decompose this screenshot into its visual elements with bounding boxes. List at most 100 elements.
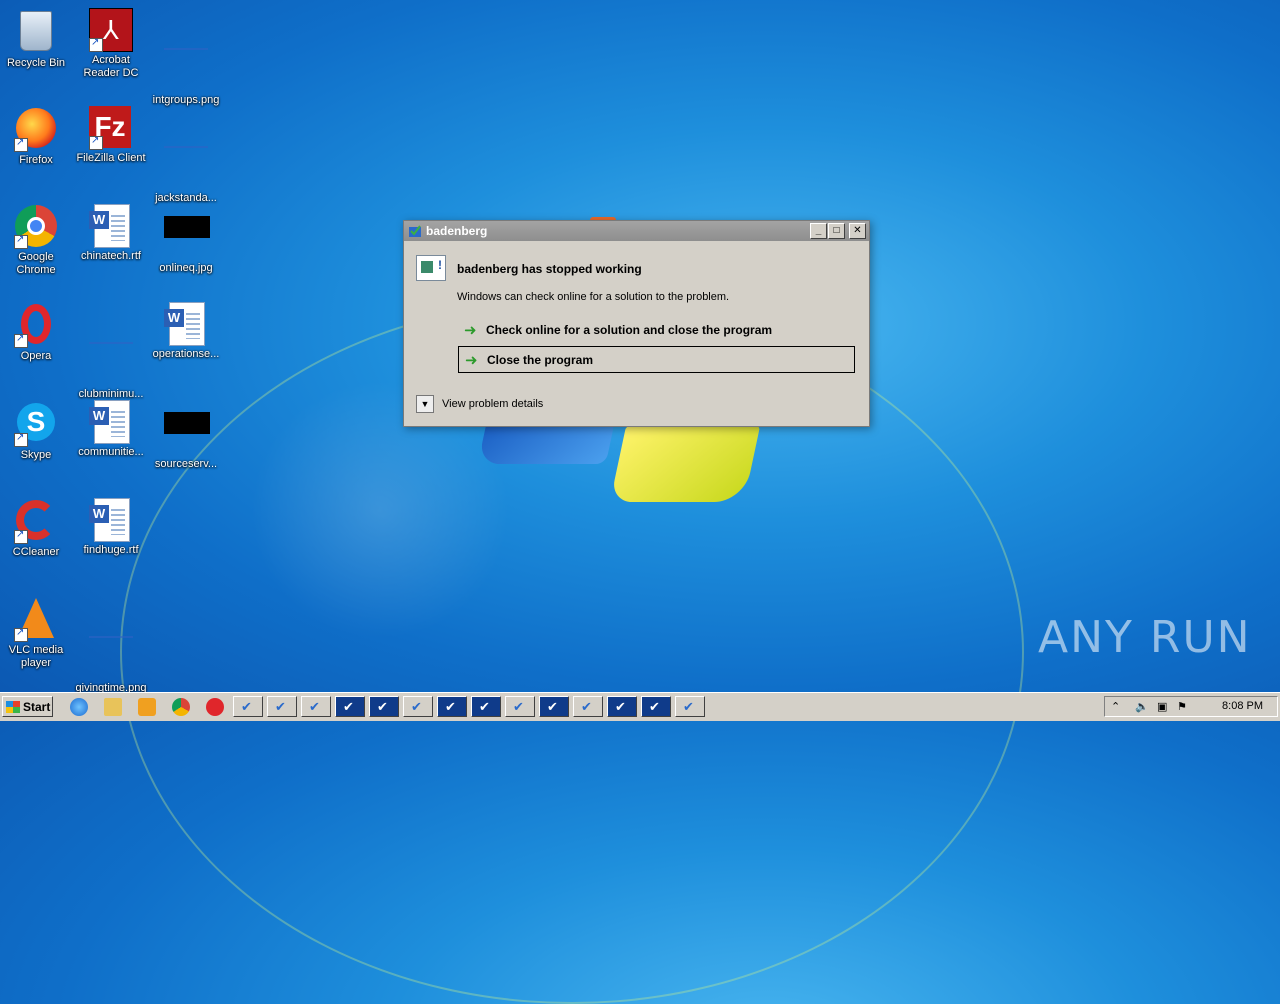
desktop-icon-operationse[interactable]: W operationse... — [150, 302, 222, 361]
firefox-icon — [14, 108, 58, 152]
clock[interactable]: 8:08 PM — [1222, 700, 1263, 712]
app-window-icon: ✔ — [377, 699, 388, 714]
taskbar-window-button[interactable]: ✔ — [369, 696, 399, 717]
ccleaner-icon — [14, 500, 58, 544]
system-tray: ⌃ 🔈 ▣ ⚑ 8:08 PM — [1104, 696, 1278, 717]
minimize-button[interactable]: _ — [810, 223, 827, 239]
taskbar-window-button[interactable]: ✔ — [233, 696, 263, 717]
dialog-heading: badenberg has stopped working — [457, 262, 642, 276]
green-arrow-icon: ➜ — [464, 322, 477, 339]
dialog-title: badenberg — [426, 224, 488, 238]
start-button[interactable]: Start — [2, 696, 53, 717]
dialog-message: Windows can check online for a solution … — [457, 291, 730, 303]
word-document-icon: W — [89, 204, 133, 248]
desktop-icon-label: communitie... — [78, 446, 144, 458]
taskbar-window-button[interactable]: ✔ — [335, 696, 365, 717]
recycle-bin-icon — [14, 11, 58, 55]
network-icon[interactable]: ▣ — [1157, 700, 1167, 713]
desktop-icon-onlineq[interactable]: onlineq.jpg — [150, 204, 222, 275]
chevron-down-icon[interactable]: ▼ — [416, 395, 434, 413]
desktop-icon-recycle-bin[interactable]: Recycle Bin — [0, 8, 72, 70]
app-window-icon: ✔ — [649, 699, 660, 714]
taskbar-window-button[interactable]: ✔ — [505, 696, 535, 717]
dialog-titlebar[interactable]: badenberg _ □ ✕ — [404, 221, 869, 241]
shortcut-arrow-icon — [14, 332, 28, 348]
shortcut-arrow-icon — [14, 431, 28, 447]
option-label: Close the program — [487, 353, 594, 367]
maximize-button[interactable]: □ — [828, 223, 845, 239]
desktop-icon-label: operationse... — [152, 348, 220, 360]
app-window-icon: ✔ — [615, 699, 626, 714]
opera-icon — [14, 304, 58, 348]
desktop-icon-firefox[interactable]: Firefox — [0, 106, 72, 167]
app-window-icon: ✔ — [581, 699, 592, 714]
taskbar-window-button[interactable]: ✔ — [437, 696, 467, 717]
show-hidden-icons-icon[interactable]: ⌃ — [1111, 700, 1120, 713]
chrome-icon[interactable] — [172, 698, 190, 716]
desktop-icon-ccleaner[interactable]: CCleaner — [0, 498, 72, 559]
jpg-file-icon — [164, 216, 210, 260]
anyrun-watermark: ANY RUN — [1038, 612, 1252, 663]
shortcut-arrow-icon — [89, 134, 103, 150]
taskbar-window-button[interactable]: ✔ — [675, 696, 705, 717]
app-window-icon: ✔ — [309, 699, 320, 714]
acrobat-icon: ⅄ — [89, 8, 133, 52]
desktop-icon-chrome[interactable]: Google Chrome — [0, 204, 72, 277]
desktop-icon-label: Google Chrome — [16, 251, 56, 276]
desktop-icon-skype[interactable]: S Skype — [0, 400, 72, 462]
word-document-icon: W — [89, 400, 133, 444]
desktop-icon-chinatech[interactable]: W chinatech.rtf — [75, 204, 147, 263]
media-player-icon[interactable] — [138, 698, 156, 716]
taskbar-window-button[interactable]: ✔ — [403, 696, 433, 717]
filezilla-icon: Fz — [89, 106, 133, 150]
close-program-option[interactable]: ➜ Close the program — [458, 346, 855, 373]
volume-icon[interactable]: 🔈 — [1135, 700, 1149, 713]
ie-icon[interactable] — [70, 698, 88, 716]
shortcut-arrow-icon — [14, 626, 28, 642]
close-button[interactable]: ✕ — [849, 223, 866, 239]
desktop-icon-findhuge[interactable]: W findhuge.rtf — [75, 498, 147, 557]
taskbar-window-button[interactable]: ✔ — [267, 696, 297, 717]
desktop-icon-communitie[interactable]: W communitie... — [75, 400, 147, 459]
desktop-icon-acrobat[interactable]: ⅄ Acrobat Reader DC — [75, 8, 147, 80]
app-window-icon: ✔ — [547, 699, 558, 714]
file-icon — [89, 342, 133, 386]
taskbar-window-button[interactable]: ✔ — [573, 696, 603, 717]
desktop-icon-label: findhuge.rtf — [83, 544, 139, 556]
desktop-icon-jackstanda[interactable]: jackstanda... — [150, 106, 222, 205]
desktop-icon-filezilla[interactable]: Fz FileZilla Client — [75, 106, 147, 165]
app-icon — [408, 224, 422, 238]
app-window-icon: ✔ — [513, 699, 524, 714]
check-online-option[interactable]: ➜ Check online for a solution and close … — [458, 317, 855, 344]
desktop-icon-sourceserv[interactable]: sourceserv... — [150, 400, 222, 471]
png-file-icon — [164, 48, 208, 92]
desktop-icon-label: sourceserv... — [154, 458, 218, 470]
taskbar-window-button[interactable]: ✔ — [641, 696, 671, 717]
taskbar-window-button[interactable]: ✔ — [471, 696, 501, 717]
shortcut-arrow-icon — [14, 136, 28, 152]
view-details-toggle[interactable]: ▼ View problem details — [416, 395, 543, 413]
action-center-flag-icon[interactable]: ⚑ — [1177, 700, 1187, 713]
desktop-icon-label: Opera — [20, 350, 52, 362]
desktop-icon-vlc[interactable]: VLC media player — [0, 596, 72, 670]
taskbar-window-button[interactable]: ✔ — [301, 696, 331, 717]
app-window-icon: ✔ — [683, 699, 694, 714]
shortcut-arrow-icon — [14, 233, 28, 249]
skype-icon: S — [14, 403, 58, 447]
desktop-icon-opera[interactable]: Opera — [0, 302, 72, 363]
taskbar-window-button[interactable]: ✔ — [539, 696, 569, 717]
app-window-icon: ✔ — [241, 699, 252, 714]
opera-icon[interactable] — [206, 698, 224, 716]
app-window-icon: ✔ — [479, 699, 490, 714]
word-document-icon: W — [89, 498, 133, 542]
details-label: View problem details — [442, 397, 544, 410]
desktop-icon-clubminimu[interactable]: clubminimu... — [75, 302, 147, 401]
app-window-icon: ✔ — [343, 699, 354, 714]
desktop-icon-givingtime[interactable]: givingtime.png — [75, 596, 147, 695]
desktop-icon-intgroups[interactable]: intgroups.png — [150, 8, 222, 107]
explorer-icon[interactable] — [104, 698, 122, 716]
taskbar-window-button[interactable]: ✔ — [607, 696, 637, 717]
app-window-icon: ✔ — [411, 699, 422, 714]
desktop-icon-label: Skype — [20, 449, 52, 461]
chrome-icon — [14, 205, 58, 249]
